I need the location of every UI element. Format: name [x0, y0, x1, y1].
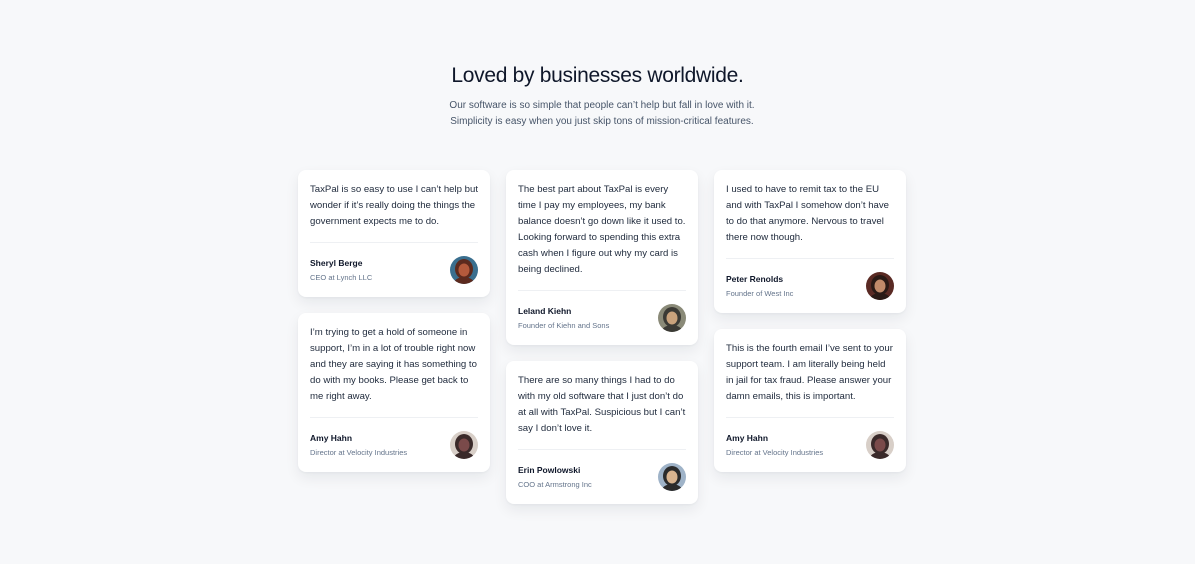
testimonial-quote: I used to have to remit tax to the EU an… [726, 184, 890, 243]
avatar-amy-hahn [450, 431, 478, 459]
avatar-leland-kiehn [658, 304, 686, 332]
testimonial-column: The best part about TaxPal is every time… [506, 170, 698, 504]
author-role: Director at Velocity Industries [726, 447, 824, 457]
testimonial-quote: This is the fourth email I’ve sent to yo… [726, 343, 893, 402]
testimonial-author: Amy Hahn Director at Velocity Industries [310, 417, 478, 460]
author-name: Erin Powlowski [518, 464, 581, 475]
author-name: Leland Kiehn [518, 305, 572, 316]
section-title: Loved by businesses worldwide. [451, 64, 744, 87]
testimonial-card: I’m trying to get a hold of someone in s… [298, 313, 490, 472]
section-subtitle: Our software is so simple that people ca… [449, 100, 755, 127]
testimonial-quote: There are so many things I had to do wit… [518, 375, 686, 434]
testimonial-card: This is the fourth email I’ve sent to yo… [714, 329, 906, 472]
testimonial-author: Amy Hahn Director at Velocity Industries [726, 417, 894, 460]
testimonial-author: Sheryl Berge CEO at Lynch LLC [310, 242, 478, 285]
testimonial-card: There are so many things I had to do wit… [506, 361, 698, 504]
author-role: Founder of West Inc [726, 288, 794, 298]
author-name: Sheryl Berge [310, 257, 363, 268]
author-role: Founder of Kiehn and Sons [518, 320, 610, 330]
avatar-erin-powlowski [658, 463, 686, 491]
author-name: Peter Renolds [726, 273, 784, 284]
author-role: Director at Velocity Industries [310, 447, 408, 457]
avatar-sheryl-berge [450, 256, 478, 284]
testimonial-author: Erin Powlowski COO at Armstrong Inc [518, 449, 686, 492]
avatar-peter-renolds [866, 272, 894, 300]
testimonial-column: I used to have to remit tax to the EU an… [714, 170, 906, 472]
testimonial-card: The best part about TaxPal is every time… [506, 170, 698, 345]
testimonial-card: TaxPal is so easy to use I can’t help bu… [298, 170, 490, 297]
author-role: CEO at Lynch LLC [310, 272, 373, 282]
testimonial-quote: I’m trying to get a hold of someone in s… [310, 327, 477, 402]
avatar-amy-hahn [866, 431, 894, 459]
testimonial-card: I used to have to remit tax to the EU an… [714, 170, 906, 313]
author-name: Amy Hahn [726, 432, 769, 443]
testimonial-author: Peter Renolds Founder of West Inc [726, 258, 894, 301]
testimonials-section: Loved by businesses worldwide. Our softw… [0, 0, 1195, 564]
testimonial-quote: The best part about TaxPal is every time… [518, 184, 686, 275]
author-role: COO at Armstrong Inc [518, 479, 592, 489]
testimonial-quote: TaxPal is so easy to use I can’t help bu… [310, 184, 478, 227]
testimonial-column: TaxPal is so easy to use I can’t help bu… [298, 170, 490, 472]
testimonial-author: Leland Kiehn Founder of Kiehn and Sons [518, 290, 686, 333]
author-name: Amy Hahn [310, 432, 353, 443]
